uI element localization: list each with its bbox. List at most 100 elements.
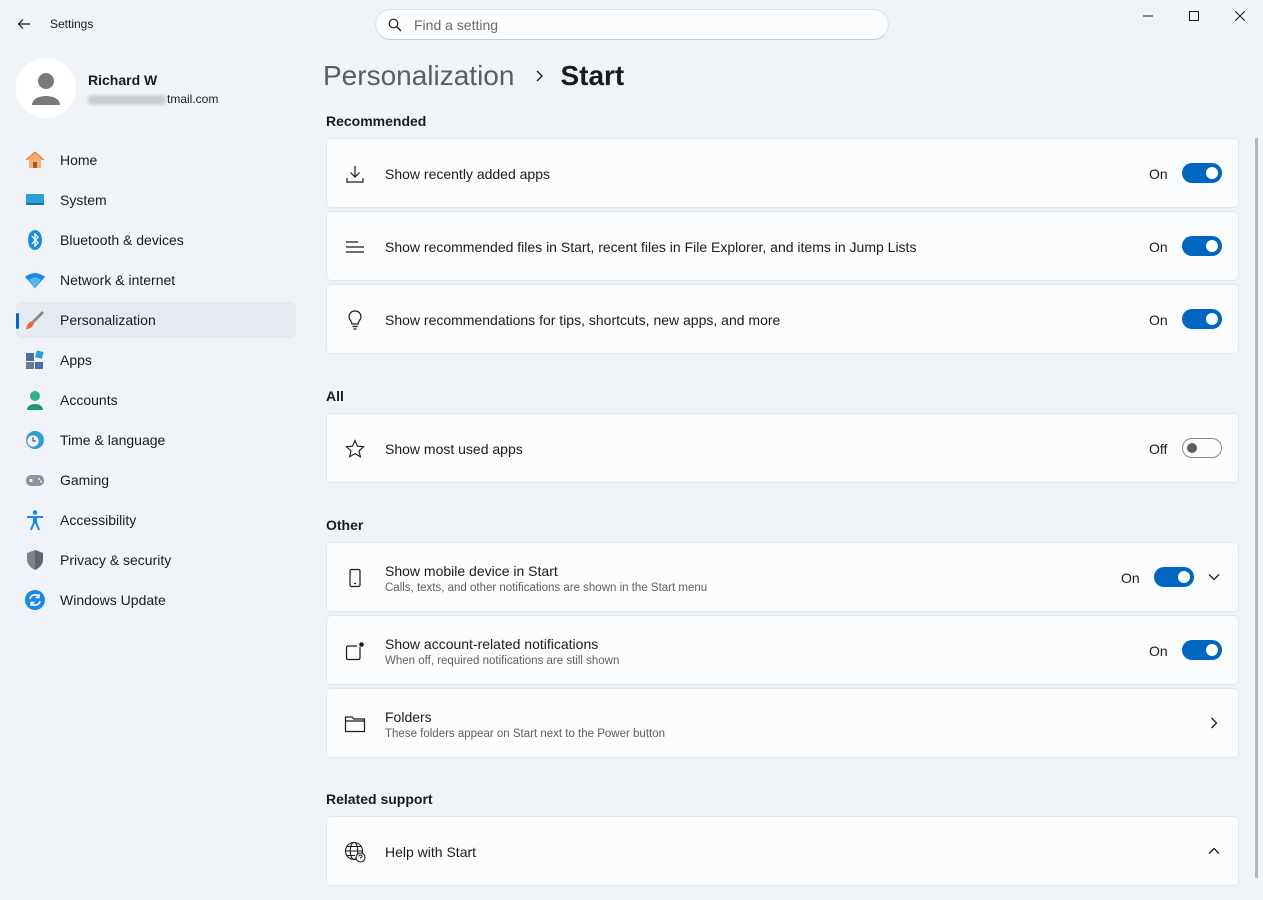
minimize-button[interactable]	[1125, 0, 1171, 32]
most-used-apps-toggle[interactable]	[1182, 438, 1222, 458]
chevron-right-icon	[1206, 715, 1222, 731]
sidebar-item-network[interactable]: Network & internet	[16, 262, 296, 298]
user-name: Richard W	[88, 72, 158, 88]
sidebar-item-label: Home	[60, 152, 98, 168]
update-icon	[24, 589, 46, 611]
wifi-icon	[24, 269, 46, 291]
sidebar-item-apps[interactable]: Apps	[16, 342, 296, 378]
sidebar-item-gaming[interactable]: Gaming	[16, 462, 296, 498]
search-icon	[388, 18, 402, 31]
folder-icon	[343, 712, 367, 736]
title-bar: Settings	[0, 0, 1263, 48]
bluetooth-icon	[24, 229, 46, 251]
globe-help-icon	[343, 840, 367, 864]
toggle-state-label: On	[1149, 239, 1168, 255]
brush-icon	[24, 309, 46, 331]
setting-title: Show mobile device in Start	[385, 563, 558, 579]
help-with-start-expander[interactable]: Help with Start	[326, 816, 1239, 886]
sidebar-item-bluetooth[interactable]: Bluetooth & devices	[16, 222, 296, 258]
sidebar-item-label: Personalization	[60, 312, 156, 328]
chevron-down-icon[interactable]	[1206, 569, 1222, 585]
sidebar-item-label: Apps	[60, 352, 92, 368]
user-avatar-icon	[32, 73, 60, 105]
download-icon	[343, 162, 367, 186]
setting-recent-apps: Show recently added apps On	[326, 138, 1239, 208]
sidebar-item-label: System	[60, 192, 107, 208]
back-button[interactable]	[10, 10, 38, 38]
setting-title: Help with Start	[385, 844, 477, 860]
setting-most-used-apps: Show most used apps Off	[326, 413, 1239, 483]
email-domain: tmail.com	[167, 92, 219, 106]
search-input[interactable]	[414, 16, 854, 33]
setting-account-notifications: Show account-related notifications When …	[326, 615, 1239, 685]
close-button[interactable]	[1217, 0, 1263, 32]
setting-recommended-files: Show recommended files in Start, recent …	[326, 211, 1239, 281]
accounts-icon	[24, 389, 46, 411]
setting-recommendations-tips: Show recommendations for tips, shortcuts…	[326, 284, 1239, 354]
shield-icon	[24, 549, 46, 571]
sidebar-item-label: Gaming	[60, 472, 110, 488]
chevron-right-icon	[534, 70, 544, 82]
app-title: Settings	[50, 17, 94, 31]
sidebar-item-personalization[interactable]: Personalization	[16, 302, 296, 338]
section-heading-other: Other	[326, 517, 364, 533]
setting-description: When off, required notifications are sti…	[385, 655, 620, 667]
sidebar-item-time-language[interactable]: Time & language	[16, 422, 296, 458]
system-icon	[24, 189, 46, 211]
sidebar-item-home[interactable]: Home	[16, 142, 296, 178]
setting-title: Show recently added apps	[385, 166, 550, 182]
notification-badge-icon	[343, 639, 367, 663]
setting-description: Calls, texts, and other notifications ar…	[385, 582, 708, 594]
user-email: tmail.com	[88, 92, 218, 106]
section-heading-all: All	[326, 388, 344, 404]
sidebar-item-accounts[interactable]: Accounts	[16, 382, 296, 418]
setting-title: Show recommended files in Start, recent …	[385, 239, 917, 255]
list-icon	[343, 235, 367, 259]
breadcrumb-parent[interactable]: Personalization	[323, 60, 514, 92]
avatar	[16, 58, 76, 118]
sidebar-item-accessibility[interactable]: Accessibility	[16, 502, 296, 538]
close-icon	[1235, 11, 1245, 21]
toggle-state-label: On	[1149, 166, 1168, 182]
toggle-state-label: On	[1121, 570, 1140, 586]
recommended-files-toggle[interactable]	[1182, 236, 1222, 256]
time-language-icon	[24, 429, 46, 451]
sidebar-item-label: Bluetooth & devices	[60, 232, 184, 248]
setting-mobile-device[interactable]: Show mobile device in Start Calls, texts…	[326, 542, 1239, 612]
section-heading-recommended: Recommended	[326, 113, 427, 129]
maximize-button[interactable]	[1171, 0, 1217, 32]
sidebar-item-label: Time & language	[60, 432, 166, 448]
lightbulb-icon	[343, 308, 367, 332]
sidebar-item-label: Network & internet	[60, 272, 176, 288]
setting-folders[interactable]: Folders These folders appear on Start ne…	[326, 688, 1239, 758]
star-icon	[343, 437, 367, 461]
chevron-up-icon[interactable]	[1206, 843, 1222, 859]
sidebar-item-label: Accounts	[60, 392, 118, 408]
sidebar-item-system[interactable]: System	[16, 182, 296, 218]
search-box[interactable]	[375, 9, 889, 40]
setting-title: Show recommendations for tips, shortcuts…	[385, 312, 781, 328]
gamepad-icon	[24, 469, 46, 491]
toggle-state-label: On	[1149, 312, 1168, 328]
account-notifications-toggle[interactable]	[1182, 640, 1222, 660]
sidebar-item-label: Windows Update	[60, 592, 166, 608]
recent-apps-toggle[interactable]	[1182, 163, 1222, 183]
sidebar-item-privacy[interactable]: Privacy & security	[16, 542, 296, 578]
section-heading-related-support: Related support	[326, 791, 433, 807]
mobile-device-toggle[interactable]	[1154, 567, 1194, 587]
toggle-state-label: Off	[1149, 441, 1168, 457]
sidebar-item-windows-update[interactable]: Windows Update	[16, 582, 296, 618]
maximize-icon	[1189, 11, 1199, 21]
recommendations-tips-toggle[interactable]	[1182, 309, 1222, 329]
vertical-scrollbar[interactable]	[1255, 138, 1258, 878]
minimize-icon	[1143, 15, 1153, 17]
setting-title: Folders	[385, 709, 432, 725]
breadcrumb: Personalization Start	[323, 58, 624, 94]
phone-icon	[343, 566, 367, 590]
page-title: Start	[560, 60, 625, 91]
setting-title: Show most used apps	[385, 441, 523, 457]
email-redaction	[88, 94, 166, 105]
toggle-state-label: On	[1149, 643, 1168, 659]
sidebar-nav: Home System Bluetooth & devices Network …	[16, 142, 296, 622]
setting-description: These folders appear on Start next to th…	[385, 728, 666, 740]
